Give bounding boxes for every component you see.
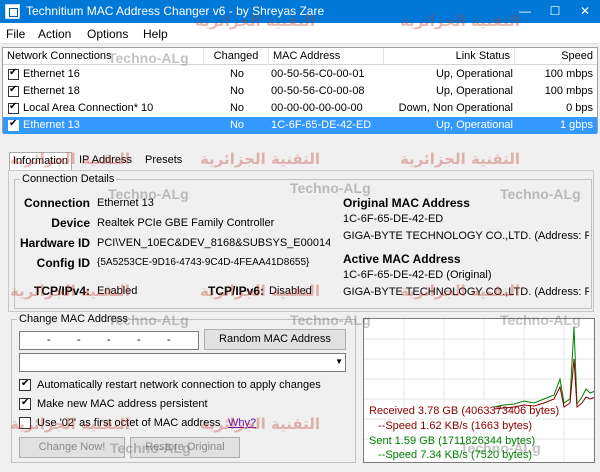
hardware-id-value: PCI\VEN_10EC&DEV_8168&SUBSYS_E000145 (97, 237, 330, 249)
menu-file[interactable]: File (6, 27, 25, 41)
connection-name: Ethernet 18 (23, 85, 80, 97)
menu-action[interactable]: Action (38, 27, 71, 41)
menu-options[interactable]: Options (87, 27, 128, 41)
changed-value: No (229, 102, 245, 114)
connection-name: Ethernet 13 (23, 119, 80, 131)
received-speed: --Speed 1.62 KB/s (1663 bytes) (378, 420, 533, 432)
menu-help[interactable]: Help (143, 27, 168, 41)
maximize-button[interactable]: ☐ (540, 0, 570, 23)
watermark-logo: التقنية الجزائرية (200, 282, 321, 300)
column-header-link-status[interactable]: Link Status (384, 48, 515, 65)
watermark-logo: التقنية الجزائرية (195, 12, 316, 30)
original-vendor-value: GIGA-BYTE TECHNOLOGY CO.,LTD. (Address: … (343, 230, 589, 242)
watermark-logo: Techno-ALg (460, 440, 541, 456)
link-status-value: Down, Non Operational (398, 102, 513, 114)
watermark-logo: Techno-ALg (108, 186, 189, 202)
watermark-logo: Techno-ALg (500, 312, 581, 328)
config-id-value: {5A5253CE-9D16-4743-9C4D-4FEAA41D8655} (97, 257, 310, 268)
watermark-logo: Techno-ALg (108, 50, 189, 66)
mac-address-input[interactable]: - - - - - (19, 331, 199, 350)
row-checkbox[interactable] (8, 118, 19, 131)
speed-value: 100 mbps (544, 85, 593, 97)
speed-value: 100 mbps (544, 68, 593, 80)
link-status-value: Up, Operational (435, 68, 513, 80)
original-mac-title: Original MAC Address (343, 196, 470, 210)
persistent-label[interactable]: Make new MAC address persistent (37, 398, 208, 410)
speed-value: 1 gbps (559, 119, 593, 131)
persistent-checkbox[interactable] (19, 397, 31, 410)
connection-name: Local Area Connection* 10 (23, 102, 154, 114)
list-header: Network Connections Changed MAC Address … (3, 48, 597, 65)
device-value: Realtek PCIe GBE Family Controller (97, 217, 275, 229)
watermark-logo: التقنية الجزائرية (400, 12, 521, 30)
chevron-down-icon[interactable]: ▼ (335, 357, 343, 366)
watermark-logo: Techno-ALg (290, 180, 371, 196)
connection-name: Ethernet 16 (23, 68, 80, 80)
auto-restart-checkbox[interactable] (19, 378, 31, 391)
received-total: Received 3.78 GB (4063373406 bytes) (369, 405, 560, 417)
watermark-logo: التقنية الجزائرية (400, 282, 521, 300)
row-checkbox[interactable] (8, 101, 19, 114)
network-connections-list[interactable]: Network Connections Changed MAC Address … (2, 47, 598, 134)
mac-separator: - (77, 334, 81, 346)
watermark-logo: التقنية الجزائرية (10, 150, 131, 168)
row-checkbox[interactable] (8, 67, 19, 80)
close-button[interactable]: ✕ (570, 0, 600, 23)
random-mac-button[interactable]: Random MAC Address (204, 329, 346, 350)
mac-separator: - (47, 334, 51, 346)
active-mac-title: Active MAC Address (343, 252, 461, 266)
column-header-speed[interactable]: Speed (515, 48, 597, 65)
watermark-logo: التقنية الجزائرية (10, 415, 131, 433)
table-row[interactable]: Ethernet 16 No 00-50-56-C0-00-01 Up, Ope… (3, 66, 597, 83)
vendor-select[interactable]: ▼ (19, 353, 346, 372)
watermark-logo: Techno-ALg (110, 440, 191, 456)
mac-separator: - (137, 334, 141, 346)
hardware-id-label: Hardware ID (19, 236, 90, 250)
watermark-logo: التقنية الجزائرية (400, 150, 521, 168)
auto-restart-label[interactable]: Automatically restart network connection… (37, 379, 321, 391)
changed-value: No (229, 119, 245, 131)
connection-details-title: Connection Details (20, 173, 117, 185)
watermark-logo: التقنية الجزائرية (200, 415, 321, 433)
link-status-value: Up, Operational (435, 119, 513, 131)
column-header-changed[interactable]: Changed (204, 48, 269, 65)
table-row[interactable]: Local Area Connection* 10 No 00-00-00-00… (3, 100, 597, 117)
speed-value: 0 bps (566, 102, 593, 114)
tab-presets[interactable]: Presets (142, 152, 185, 170)
watermark-logo: التقنية الجزائرية (200, 150, 321, 168)
app-icon (5, 4, 20, 19)
connection-label: Connection (24, 196, 90, 210)
watermark-logo: Techno-ALg (108, 312, 189, 328)
active-mac-value: 1C-6F-65-DE-42-ED (Original) (343, 269, 492, 281)
watermark-logo: Techno-ALg (290, 312, 371, 328)
watermark-logo: التقنية الجزائرية (10, 282, 131, 300)
table-row[interactable]: Ethernet 18 No 00-50-56-C0-00-08 Up, Ope… (3, 83, 597, 100)
changed-value: No (229, 85, 245, 97)
device-label: Device (51, 216, 90, 230)
original-mac-value: 1C-6F-65-DE-42-ED (343, 213, 444, 225)
config-id-label: Config ID (36, 256, 90, 270)
table-row-selected[interactable]: Ethernet 13 No 1C-6F-65-DE-42-ED Up, Ope… (3, 117, 597, 134)
mac-separator: - (167, 334, 171, 346)
watermark-logo: Techno-ALg (500, 186, 581, 202)
row-checkbox[interactable] (8, 84, 19, 97)
link-status-value: Up, Operational (435, 85, 513, 97)
column-header-mac[interactable]: MAC Address (269, 48, 384, 65)
mac-separator: - (107, 334, 111, 346)
changed-value: No (229, 68, 245, 80)
